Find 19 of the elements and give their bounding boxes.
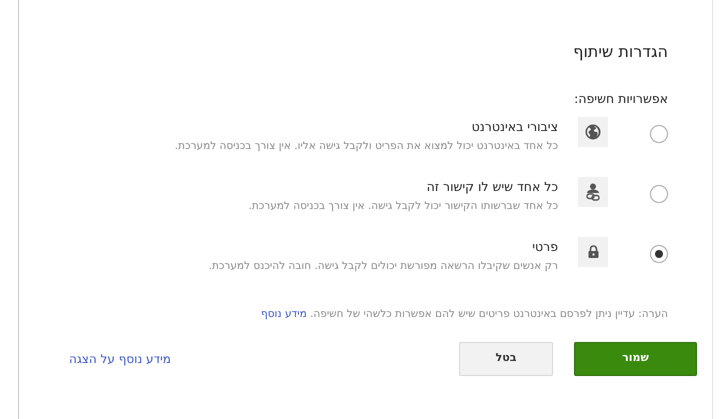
option-description: כל אחד באינטרנט יכול למצוא את הפריט ולקבל גישה אליו. אין צורך בכניסה למערכת. — [174, 138, 558, 154]
person-link-icon — [586, 182, 600, 201]
option-title: ציבורי באינטרנט — [470, 118, 558, 135]
option-description: רק אנשים שקיבלו הרשאה מפורשת יכולים לקבל גישה. חובה להיכנס למערכת. — [208, 258, 558, 274]
lock-icon — [588, 245, 598, 258]
radio-button[interactable] — [650, 244, 668, 263]
cancel-button[interactable]: בטל — [459, 342, 553, 376]
dialog-title: הגדרות שיתוף — [572, 41, 668, 63]
option-description: כל אחד שברשותו הקישור יכול לקבל גישה. אין צורך בכניסה למערכת. — [248, 198, 558, 214]
radio-button[interactable] — [650, 184, 668, 203]
radio-button[interactable] — [650, 124, 668, 143]
globe-icon — [585, 124, 601, 140]
more-info-link[interactable]: מידע נוסף — [261, 308, 307, 320]
option-title: פרטי — [531, 238, 558, 255]
help-link[interactable]: מידע נוסף על הצגה — [69, 350, 171, 368]
option-title: כל אחד שיש לו קישור זה — [426, 178, 558, 195]
note-text: הערה: עדיין ניתן לפרסם באינטרנט פריטים שיש להם אפשרות כלשהי של חשיפה. — [309, 308, 668, 320]
save-button[interactable]: שמור — [574, 342, 697, 376]
section-label: אפשרויות חשיפה: — [573, 90, 668, 108]
